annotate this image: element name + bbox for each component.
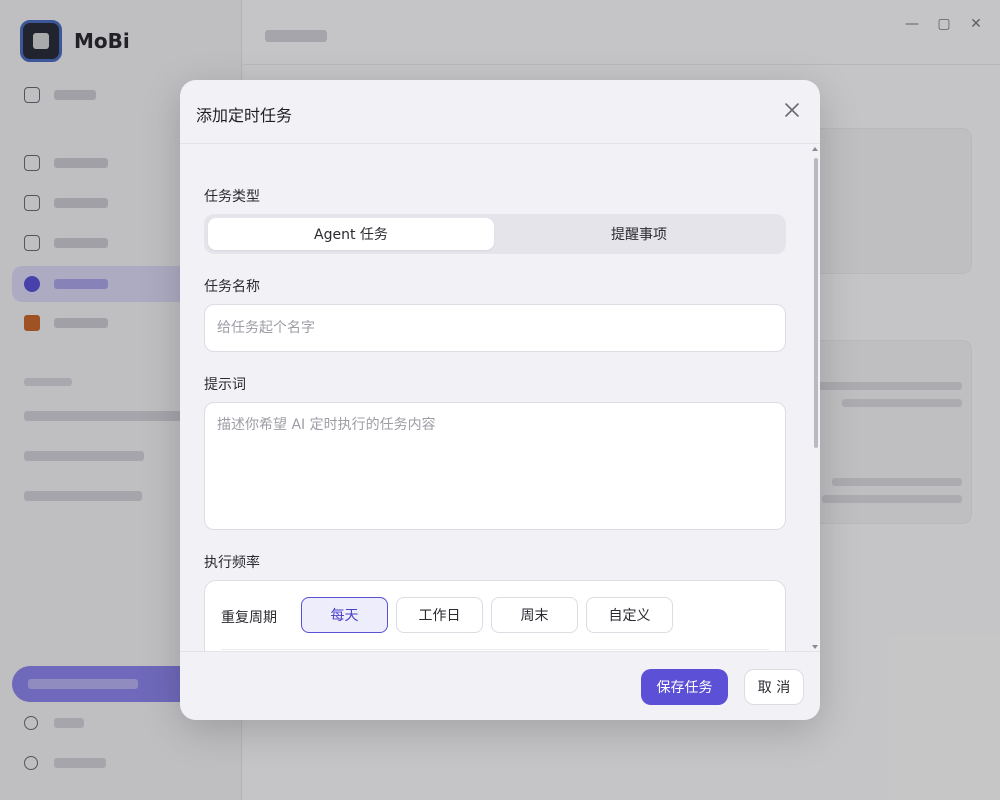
frequency-option-custom[interactable]: 自定义 bbox=[586, 597, 673, 633]
add-scheduled-task-dialog: 添加定时任务 任务类型 Agent 任务 提醒事项 任务名称 提示词 执行频率 … bbox=[180, 80, 820, 720]
dialog-close-button[interactable] bbox=[780, 98, 804, 122]
prompt-textarea[interactable] bbox=[204, 402, 786, 530]
frequency-card: 重复周期 每天 工作日 周末 自定义 bbox=[204, 580, 786, 651]
repeat-cycle-label: 重复周期 bbox=[221, 610, 277, 626]
dialog-header: 添加定时任务 bbox=[180, 80, 820, 144]
frequency-divider bbox=[221, 649, 769, 650]
frequency-label: 执行频率 bbox=[204, 555, 260, 571]
task-type-label: 任务类型 bbox=[204, 189, 260, 205]
dialog-body: 任务类型 Agent 任务 提醒事项 任务名称 提示词 执行频率 重复周期 每天… bbox=[180, 145, 820, 651]
cancel-button[interactable]: 取 消 bbox=[744, 669, 804, 705]
close-icon bbox=[785, 103, 799, 117]
scrollbar-thumb[interactable] bbox=[814, 158, 818, 448]
frequency-option-weekdays[interactable]: 工作日 bbox=[396, 597, 483, 633]
task-type-option-agent[interactable]: Agent 任务 bbox=[208, 218, 494, 250]
task-name-input[interactable] bbox=[204, 304, 786, 352]
frequency-option-daily[interactable]: 每天 bbox=[301, 597, 388, 633]
task-type-option-reminder[interactable]: 提醒事项 bbox=[496, 218, 782, 250]
prompt-label: 提示词 bbox=[204, 377, 246, 393]
scroll-down-icon[interactable] bbox=[812, 645, 818, 649]
save-task-button[interactable]: 保存任务 bbox=[641, 669, 728, 705]
dialog-scrollbar[interactable] bbox=[810, 145, 820, 651]
task-type-segmented-control: Agent 任务 提醒事项 bbox=[204, 214, 786, 254]
task-name-label: 任务名称 bbox=[204, 279, 260, 295]
scroll-up-icon[interactable] bbox=[812, 147, 818, 151]
frequency-option-weekend[interactable]: 周末 bbox=[491, 597, 578, 633]
dialog-title: 添加定时任务 bbox=[196, 106, 293, 125]
dialog-footer: 保存任务 取 消 bbox=[180, 651, 820, 720]
